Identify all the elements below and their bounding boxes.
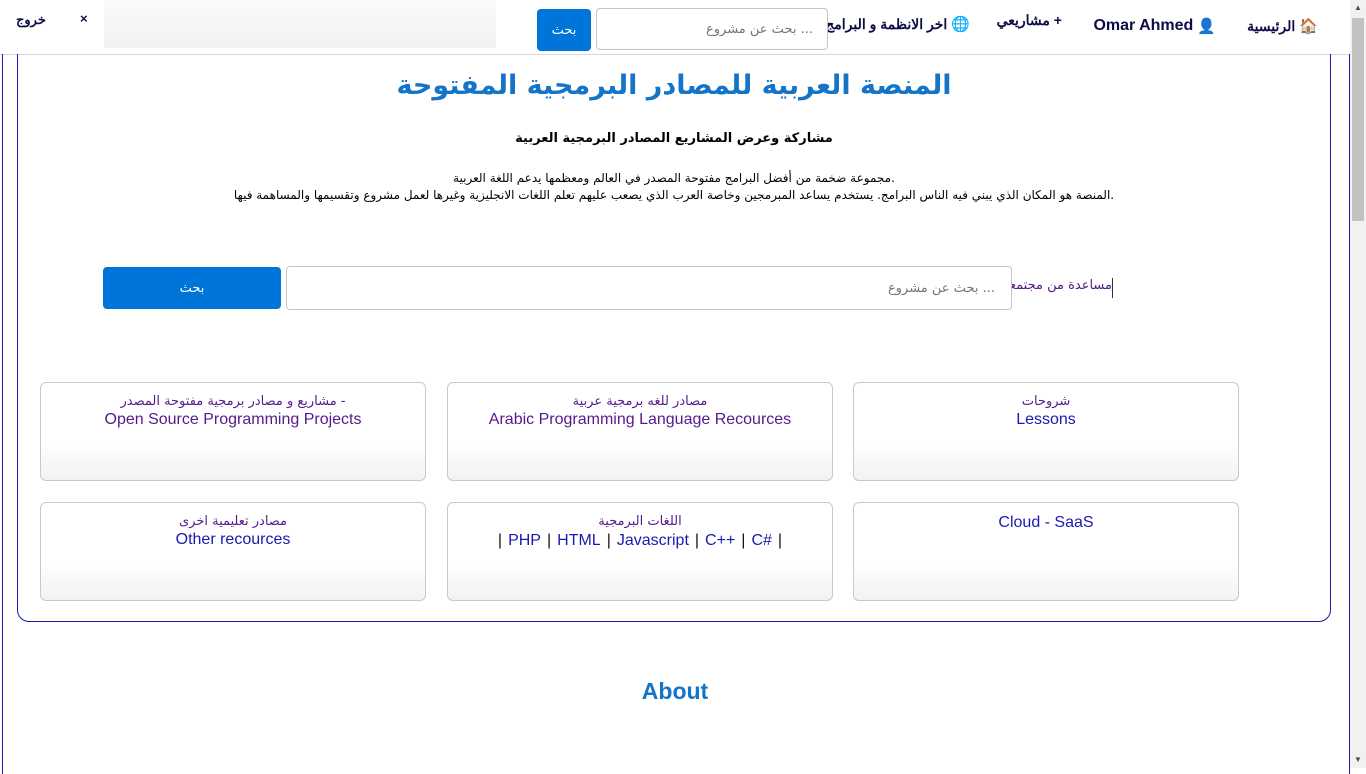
page-title: المنصة العربية للمصادر البرمجية المفتوحة: [396, 70, 952, 101]
page-description: .مجموعة ضخمة من أفضل البرامج مفتوحة المص…: [0, 170, 1348, 204]
nav-placeholder-area: [104, 0, 496, 48]
top-search-button[interactable]: بحث: [537, 9, 591, 51]
about-heading: About: [641, 678, 709, 704]
lang-link-php[interactable]: PHP: [508, 532, 541, 549]
main-search-button[interactable]: بحث: [103, 267, 281, 309]
top-navbar: الرئيسية 🏠 Omar Ahmed 👤 مشاريعي + اخر ال…: [0, 0, 1350, 55]
card-english-label: Other recources: [175, 531, 291, 548]
description-line-1: .مجموعة ضخمة من أفضل البرامج مفتوحة المص…: [453, 171, 895, 185]
globe-icon: 🌐: [951, 16, 970, 33]
card-arabic-language-resources[interactable]: مصادر للغه برمجية عربية Arabic Programmi…: [447, 382, 833, 481]
card-arabic-label: مصادر تعليمية اخرى: [178, 514, 288, 529]
close-icon[interactable]: ×: [80, 0, 88, 44]
nav-my-projects-link[interactable]: مشاريعي +: [997, 0, 1062, 46]
card-arabic-label: - مشاريع و مصادر برمجية مفتوحة المصدر: [120, 394, 346, 409]
logout-link[interactable]: خروج: [16, 0, 46, 46]
lang-link-javascript[interactable]: Javascript: [617, 532, 689, 549]
user-name: Omar Ahmed: [1093, 17, 1194, 34]
card-lessons[interactable]: شروحات Lessons: [853, 382, 1239, 481]
scroll-thumb[interactable]: [1352, 18, 1364, 221]
user-icon: 👤: [1197, 18, 1216, 35]
card-english-label: Arabic Programming Language Recources: [488, 411, 792, 428]
page-subtitle: مشاركة وعرض المشاريع المصادر البرمجية ال…: [515, 131, 833, 146]
nav-latest-systems-link[interactable]: اخر الانظمة و البرامج 🌐: [825, 0, 970, 50]
lang-link-cpp[interactable]: C++: [705, 532, 735, 549]
card-other-resources[interactable]: مصادر تعليمية اخرى Other recources: [40, 502, 426, 601]
main-search-input[interactable]: [286, 266, 1012, 310]
card-programming-languages: اللغات البرمجية | PHP | HTML | Javascript | C++…: [447, 502, 833, 601]
card-english-label: Cloud - SaaS: [998, 514, 1094, 531]
description-line-2: .المنصة هو المكان الذي يبني فيه الناس ال…: [233, 188, 1115, 202]
lang-link-csharp[interactable]: C#: [751, 532, 771, 549]
vertical-scrollbar[interactable]: ▲ ▼: [1350, 0, 1366, 768]
lang-link-html[interactable]: HTML: [557, 532, 601, 549]
card-open-source-projects[interactable]: - مشاريع و مصادر برمجية مفتوحة المصدر Op…: [40, 382, 426, 481]
nav-home-label: الرئيسية: [1247, 17, 1296, 34]
card-arabic-label: مصادر للغه برمجية عربية: [572, 394, 708, 409]
community-help-link[interactable]: مساعدة من مجتمعنا: [1012, 278, 1113, 298]
scroll-up-arrow-icon[interactable]: ▲: [1350, 0, 1366, 16]
nav-user-link[interactable]: Omar Ahmed 👤: [1093, 0, 1216, 52]
top-search-input[interactable]: [596, 8, 828, 50]
language-links: | PHP | HTML | Javascript | C++ | C# |: [497, 532, 783, 549]
card-english-label: Open Source Programming Projects: [104, 411, 362, 428]
card-cloud-saas[interactable]: Cloud - SaaS: [853, 502, 1239, 601]
nav-home-link[interactable]: الرئيسية 🏠: [1247, 0, 1318, 52]
home-icon: 🏠: [1299, 18, 1318, 35]
card-arabic-label: اللغات البرمجية: [598, 514, 682, 529]
card-english-label: Lessons: [1016, 411, 1076, 428]
nav-latest-label: اخر الانظمة و البرامج: [825, 15, 948, 32]
scroll-down-arrow-icon[interactable]: ▼: [1350, 752, 1366, 768]
card-arabic-label: شروحات: [1021, 394, 1071, 409]
